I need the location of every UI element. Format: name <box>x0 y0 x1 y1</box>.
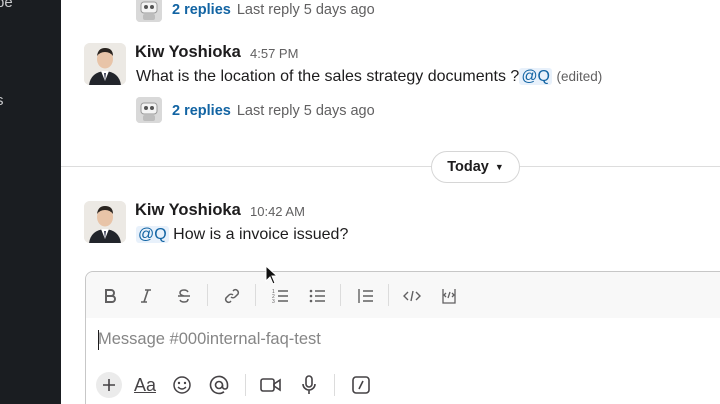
edited-label: (edited) <box>556 69 603 84</box>
ordered-list-icon[interactable]: 123 <box>267 284 293 308</box>
formatting-toolbar: 123 <box>86 272 720 318</box>
toolbar-separator <box>388 284 389 306</box>
sidebar-fragment: be <box>0 0 13 11</box>
replies-link[interactable]: 2 replies <box>172 2 231 18</box>
robot-icon <box>136 97 162 123</box>
day-divider-button[interactable]: Today ▼ <box>431 151 520 183</box>
message-body: What is the location of the sales strate… <box>136 68 520 85</box>
bulleted-list-icon[interactable] <box>304 284 330 308</box>
message-timestamp[interactable]: 10:42 AM <box>250 204 305 219</box>
mention-tag[interactable]: @Q <box>519 68 552 85</box>
avatar[interactable] <box>84 43 126 85</box>
plus-icon <box>103 379 115 391</box>
last-reply-text: Last reply 5 days ago <box>236 103 375 119</box>
toolbar-separator <box>245 374 246 396</box>
message-text: @Q How is a invoice issued? <box>136 226 348 244</box>
thread-replies[interactable]: 2 replies Last reply 5 days ago <box>172 2 375 18</box>
toolbar-separator <box>207 284 208 306</box>
mouse-pointer-icon <box>265 265 279 285</box>
toolbar-separator <box>334 374 335 396</box>
bold-icon[interactable] <box>97 284 123 308</box>
microphone-button[interactable] <box>296 372 322 398</box>
robot-icon <box>136 0 162 22</box>
message-author[interactable]: Kiw Yoshioka <box>135 43 241 62</box>
microphone-icon <box>302 375 316 394</box>
video-button[interactable] <box>258 372 284 398</box>
chevron-down-icon: ▼ <box>494 162 504 172</box>
mention-icon <box>209 375 229 395</box>
svg-text:3: 3 <box>272 299 275 304</box>
video-icon <box>260 378 281 392</box>
thread-replies[interactable]: 2 replies Last reply 5 days ago <box>172 103 375 119</box>
mention-tag[interactable]: @Q <box>136 226 169 243</box>
message-body: How is a invoice issued? <box>173 226 349 243</box>
sidebar-fragment: s <box>0 92 4 109</box>
app-window: be s 2 replies Last reply 5 days ago <box>0 0 720 404</box>
bot-avatar[interactable] <box>136 0 162 22</box>
code-icon[interactable] <box>399 284 425 308</box>
avatar[interactable] <box>84 201 126 243</box>
link-icon[interactable] <box>219 284 245 308</box>
text-format-button[interactable]: Aa <box>130 372 160 398</box>
emoji-icon <box>173 376 191 394</box>
last-reply-text: Last reply 5 days ago <box>236 2 375 18</box>
strikethrough-icon[interactable] <box>171 284 197 308</box>
italic-icon[interactable] <box>133 284 159 308</box>
message-input[interactable]: Message #000internal-faq-test <box>98 330 321 349</box>
mention-button[interactable] <box>206 372 232 398</box>
bot-avatar[interactable] <box>136 97 162 123</box>
toolbar-separator <box>340 284 341 306</box>
message-composer: 123 Message #000internal-faq-test Aa <box>85 271 720 404</box>
message-pane: 2 replies Last reply 5 days ago Kiw Yoshi… <box>61 0 720 404</box>
plus-button[interactable] <box>96 372 122 398</box>
message-text: What is the location of the sales strate… <box>136 68 602 86</box>
slash-command-button[interactable] <box>348 372 374 398</box>
slash-command-icon <box>352 376 370 394</box>
day-divider-line <box>61 166 720 167</box>
emoji-button[interactable] <box>169 372 195 398</box>
message-timestamp[interactable]: 4:57 PM <box>250 46 298 61</box>
workspace-sidebar: be s <box>0 0 61 404</box>
blockquote-icon[interactable] <box>352 284 378 308</box>
message-author[interactable]: Kiw Yoshioka <box>135 201 241 220</box>
user-photo <box>84 43 126 85</box>
code-block-icon[interactable] <box>436 284 462 308</box>
day-label: Today <box>447 159 489 175</box>
toolbar-separator <box>255 284 256 306</box>
user-photo <box>84 201 126 243</box>
replies-link[interactable]: 2 replies <box>172 103 231 119</box>
